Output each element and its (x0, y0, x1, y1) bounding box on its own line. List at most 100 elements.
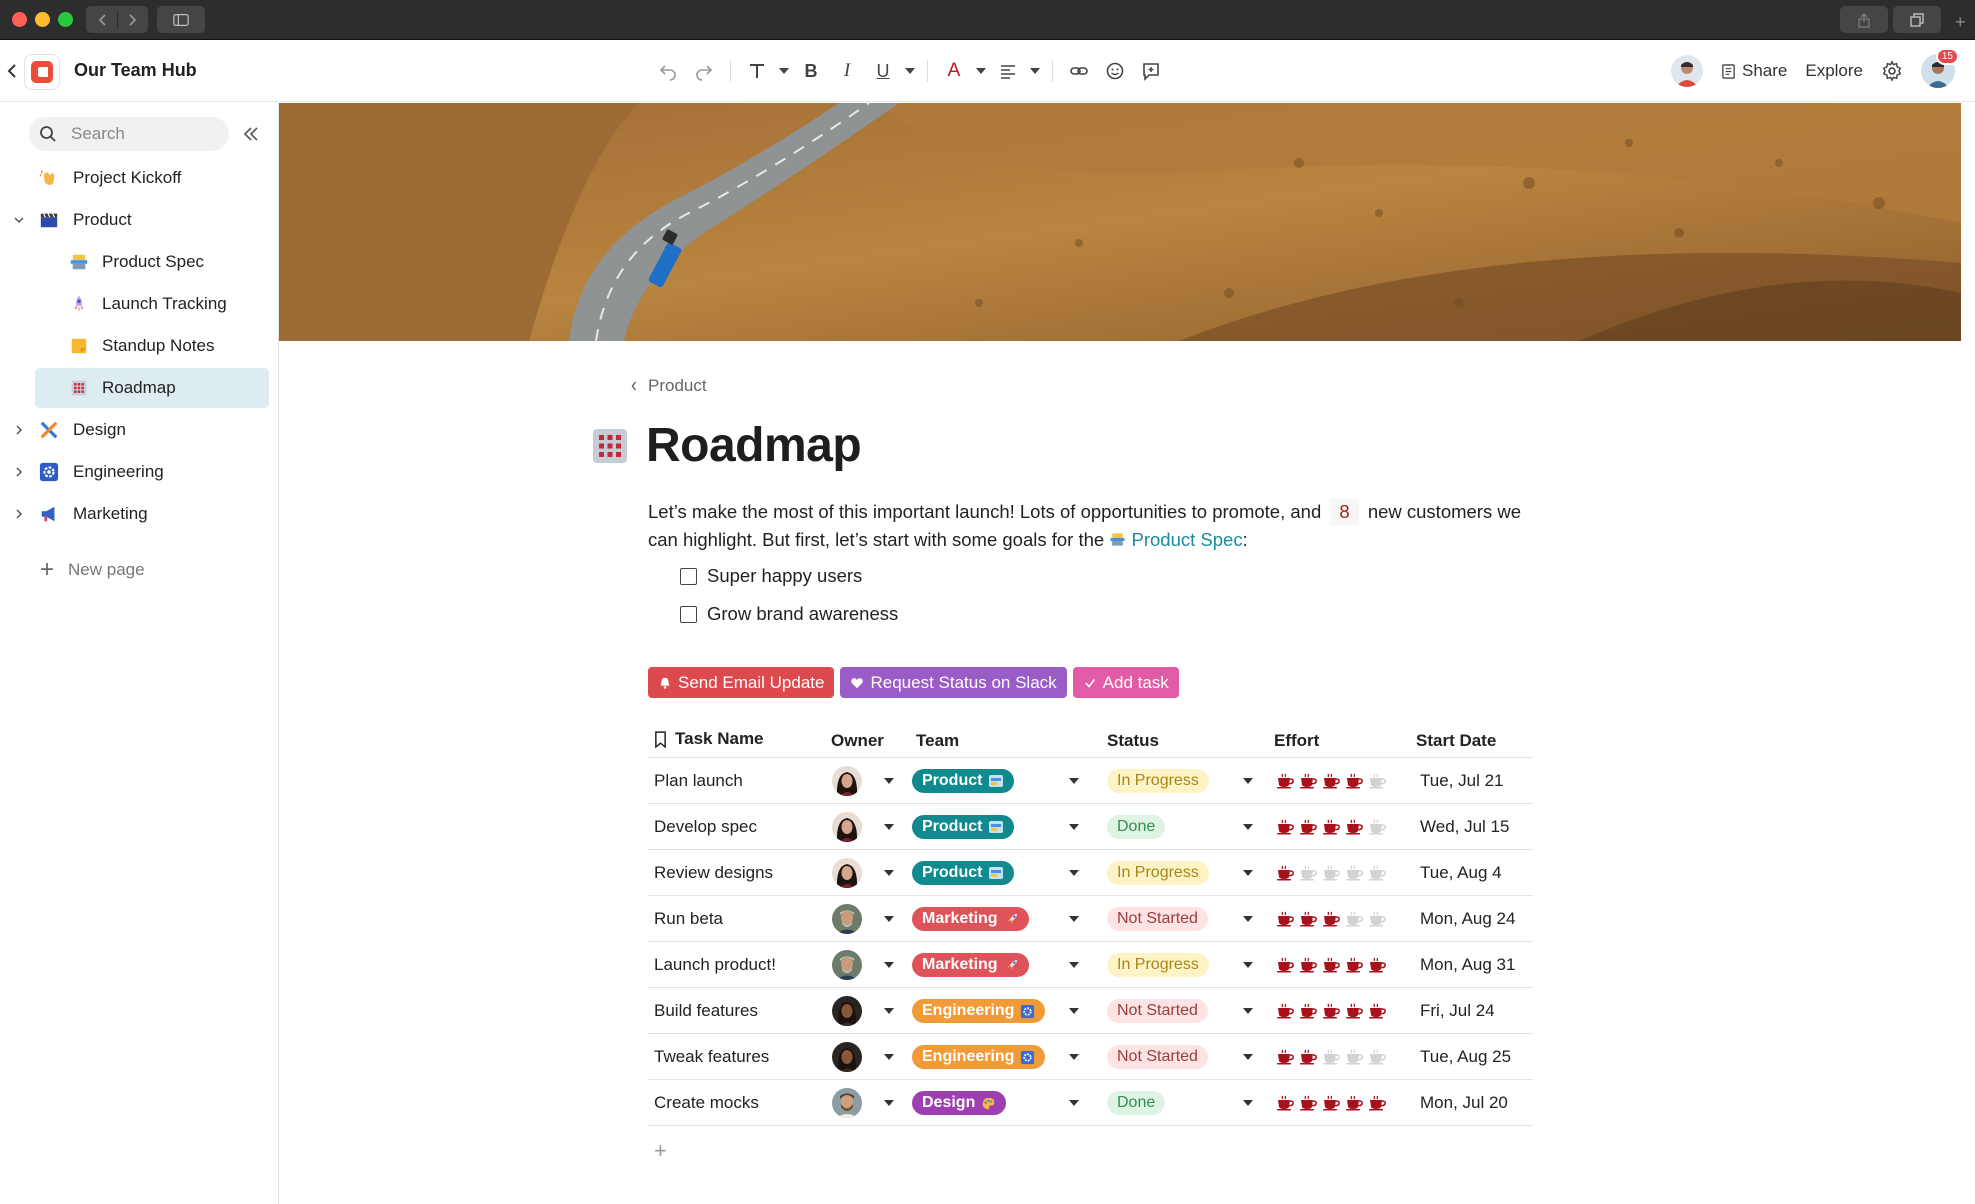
goal-checkbox[interactable] (680, 605, 697, 623)
dropdown-arrow-icon[interactable] (884, 824, 894, 830)
effort-rating[interactable] (1276, 1095, 1388, 1111)
start-date-cell[interactable]: Mon, Jul 20 (1420, 1080, 1508, 1126)
status-cell[interactable]: Done (1107, 804, 1166, 850)
share-window-button[interactable] (1840, 6, 1888, 33)
owner-cell[interactable] (832, 896, 862, 942)
dropdown-arrow-icon[interactable] (1243, 916, 1253, 922)
effort-rating[interactable] (1276, 819, 1388, 835)
undo-button[interactable] (650, 54, 686, 88)
dropdown-arrow-icon[interactable] (1069, 778, 1079, 784)
owner-cell[interactable] (832, 850, 862, 896)
start-date-cell[interactable]: Mon, Aug 31 (1420, 942, 1515, 988)
dropdown-arrow-icon[interactable] (1243, 1008, 1253, 1014)
breadcrumb[interactable]: Product (630, 376, 707, 396)
request-status-slack-button[interactable]: Request Status on Slack (840, 667, 1067, 698)
text-style-dropdown[interactable] (775, 54, 793, 88)
effort-cell[interactable] (1276, 1034, 1388, 1080)
table-row[interactable]: Review designs Product In Progress Tue, Aug… (648, 850, 1533, 896)
sidebar-item-engineering[interactable]: Engineering (0, 452, 279, 492)
dropdown-arrow-icon[interactable] (884, 778, 894, 784)
owner-avatar[interactable] (832, 766, 862, 796)
dropdown-arrow-icon[interactable] (884, 1100, 894, 1106)
history-nav-buttons[interactable] (86, 6, 148, 33)
sidebar-item-marketing[interactable]: Marketing (0, 494, 279, 534)
owner-cell[interactable] (832, 758, 862, 804)
goal-item[interactable]: Grow brand awareness (680, 603, 898, 625)
team-cell[interactable]: Marketing (912, 942, 1029, 988)
align-dropdown[interactable] (1026, 54, 1044, 88)
dropdown-arrow-icon[interactable] (1069, 1008, 1079, 1014)
text-color-button[interactable]: A (936, 54, 972, 88)
text-color-dropdown[interactable] (972, 54, 990, 88)
cover-image[interactable] (279, 103, 1961, 341)
team-tag[interactable]: Marketing (912, 907, 1029, 931)
status-cell[interactable]: In Progress (1107, 758, 1209, 804)
status-cell[interactable]: Not Started (1107, 988, 1208, 1034)
team-dropdown[interactable] (1069, 804, 1079, 850)
effort-rating[interactable] (1276, 1049, 1388, 1065)
status-cell[interactable]: In Progress (1107, 942, 1209, 988)
status-cell[interactable]: Not Started (1107, 1034, 1208, 1080)
sidebar-toggle-button[interactable] (157, 6, 205, 33)
comment-button[interactable] (1133, 54, 1169, 88)
owner-dropdown[interactable] (884, 758, 894, 804)
column-header-start-date[interactable]: Start Date (1416, 731, 1496, 751)
start-date-cell[interactable]: Wed, Jul 15 (1420, 804, 1509, 850)
collapse-sidebar-icon[interactable] (241, 124, 261, 144)
status-cell[interactable]: Done (1107, 1080, 1166, 1126)
status-badge[interactable]: Done (1107, 1091, 1166, 1115)
owner-cell[interactable] (832, 1080, 862, 1126)
collaborator-avatar[interactable] (1670, 55, 1703, 87)
status-badge[interactable]: In Progress (1107, 769, 1209, 793)
dropdown-arrow-icon[interactable] (1069, 870, 1079, 876)
share-button[interactable]: Share (1721, 61, 1787, 81)
status-dropdown[interactable] (1243, 1080, 1253, 1126)
doc-title[interactable]: Our Team Hub (74, 60, 197, 81)
chevron-right-icon[interactable] (12, 423, 26, 437)
minimize-window-button[interactable] (35, 12, 50, 27)
link-button[interactable] (1061, 54, 1097, 88)
task-name-cell[interactable]: Tweak features (654, 1034, 769, 1080)
team-tag[interactable]: Marketing (912, 953, 1029, 977)
dropdown-arrow-icon[interactable] (1243, 1054, 1253, 1060)
sidebar-item-project-kickoff[interactable]: Project Kickoff (0, 158, 279, 198)
new-page-button[interactable]: + New page (40, 558, 145, 582)
chevron-right-icon[interactable] (12, 507, 26, 521)
effort-rating[interactable] (1276, 957, 1388, 973)
dropdown-arrow-icon[interactable] (1243, 1100, 1253, 1106)
column-header-status[interactable]: Status (1107, 731, 1159, 751)
team-tag[interactable]: Product (912, 861, 1015, 885)
effort-rating[interactable] (1276, 1003, 1388, 1019)
owner-dropdown[interactable] (884, 850, 894, 896)
team-tag[interactable]: Engineering (912, 999, 1046, 1023)
status-badge[interactable]: In Progress (1107, 953, 1209, 977)
dropdown-arrow-icon[interactable] (1243, 962, 1253, 968)
dropdown-arrow-icon[interactable] (1069, 1100, 1079, 1106)
effort-cell[interactable] (1276, 850, 1388, 896)
align-button[interactable] (990, 54, 1026, 88)
close-window-button[interactable] (12, 12, 27, 27)
table-row[interactable]: Develop spec Product Done Wed, Jul 15 (648, 804, 1533, 850)
underline-button[interactable]: U (865, 54, 901, 88)
table-row[interactable]: Run beta Marketing Not Started Mon, Aug 24 (648, 896, 1533, 942)
status-badge[interactable]: Not Started (1107, 1045, 1208, 1069)
tabs-overview-button[interactable] (1893, 6, 1941, 33)
team-cell[interactable]: Engineering (912, 988, 1046, 1034)
task-name-cell[interactable]: Plan launch (654, 758, 743, 804)
back-chevron-icon[interactable] (5, 61, 19, 81)
status-dropdown[interactable] (1243, 942, 1253, 988)
status-dropdown[interactable] (1243, 758, 1253, 804)
chevron-right-icon[interactable] (124, 12, 140, 28)
redo-button[interactable] (686, 54, 722, 88)
task-name-cell[interactable]: Create mocks (654, 1080, 759, 1126)
team-dropdown[interactable] (1069, 758, 1079, 804)
emoji-button[interactable] (1097, 54, 1133, 88)
page-grid-icon[interactable] (592, 428, 628, 464)
owner-cell[interactable] (832, 804, 862, 850)
dropdown-arrow-icon[interactable] (884, 1008, 894, 1014)
team-tag[interactable]: Engineering (912, 1045, 1046, 1069)
team-dropdown[interactable] (1069, 1080, 1079, 1126)
page-title[interactable]: Roadmap (646, 418, 862, 473)
sidebar-item-launch-tracking[interactable]: Launch Tracking (0, 284, 279, 324)
dropdown-arrow-icon[interactable] (1069, 962, 1079, 968)
